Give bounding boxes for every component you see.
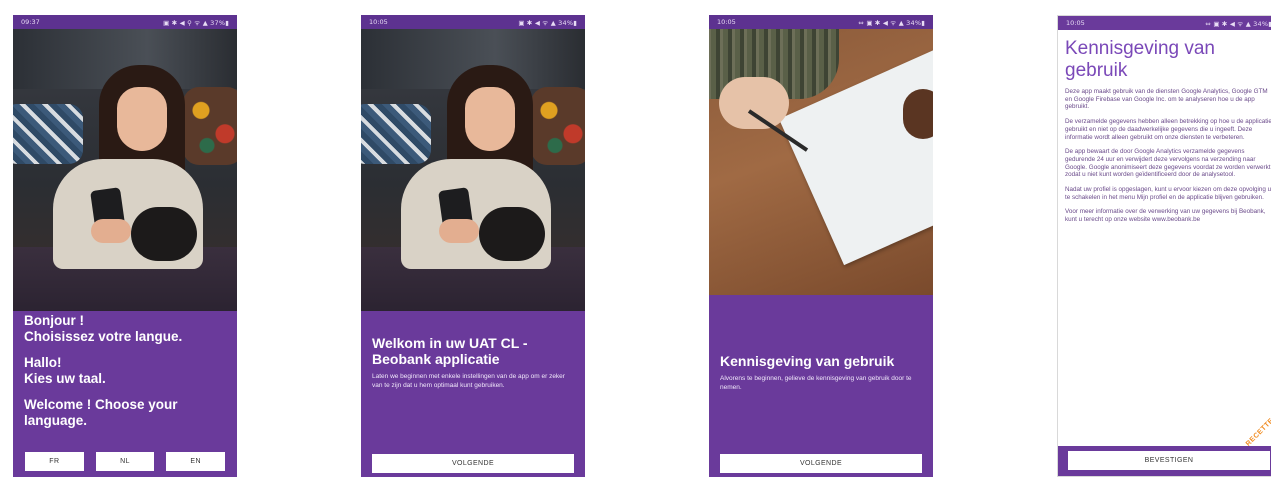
status-bar: 10:05 ⇔ ▣ ✱ ◀ ᯤ ▲ 34%▮ (1058, 16, 1271, 30)
notice-paragraph: Deze app maakt gebruik van de diensten G… (1065, 88, 1268, 111)
notice-paragraph: De app bewaart de door Google Analytics … (1065, 148, 1271, 179)
language-prompt-en: Welcome ! Choose your language. (24, 397, 178, 428)
next-button[interactable]: VOLGENDE (372, 454, 574, 473)
signing-photo (709, 29, 933, 295)
language-prompt-nl: Hallo! Kies uw taal. (24, 355, 106, 386)
notice-paragraph: Voor meer informatie over de verwerking … (1065, 208, 1266, 224)
notice-intro-title: Kennisgeving van gebruik (720, 353, 895, 369)
notice-paragraph: Nadat uw profiel is opgeslagen, kunt u e… (1065, 186, 1271, 201)
language-prompt: Bonjour ! Choisissez votre langue. Hallo… (24, 313, 182, 439)
notice-intro-body: Alvorens te beginnen, gelieve de kennisg… (720, 375, 912, 391)
notice-content[interactable]: Kennisgeving van gebruik Deze app maakt … (1065, 38, 1271, 231)
status-icons: ⇔ ▣ ✱ ◀ ᯤ ▲ 34%▮ (858, 18, 925, 27)
next-button[interactable]: VOLGENDE (720, 454, 922, 473)
hero-photo (361, 29, 585, 311)
status-time: 10:05 (1066, 19, 1085, 27)
status-bar: 09:37 ▣ ✱ ◀ ⚲ ᯤ ▲ 37%▮ (13, 15, 237, 29)
phone-screen-notice-intro: 10:05 ⇔ ▣ ✱ ◀ ᯤ ▲ 34%▮ Kennisgeving van … (709, 15, 933, 477)
phone-screen-welcome: 10:05 ▣ ✱ ◀ ᯤ ▲ 34%▮ Welkom in uw UAT CL… (361, 15, 585, 477)
status-icons: ▣ ✱ ◀ ᯤ ▲ 34%▮ (518, 18, 577, 27)
recette-badge: RECETTE (1244, 417, 1271, 448)
status-bar: 10:05 ⇔ ▣ ✱ ◀ ᯤ ▲ 34%▮ (709, 15, 933, 29)
phone-screen-language: 09:37 ▣ ✱ ◀ ⚲ ᯤ ▲ 37%▮ Bonjour ! Choisis… (13, 15, 237, 477)
status-time: 09:37 (21, 18, 40, 26)
language-buttons: FR NL EN (25, 452, 226, 471)
language-nl-button[interactable]: NL (95, 452, 155, 471)
confirm-button[interactable]: BEVESTIGEN (1068, 451, 1270, 470)
language-fr-button[interactable]: FR (25, 452, 84, 471)
notice-intro-text: Kennisgeving van gebruik Alvorens te beg… (720, 353, 922, 392)
language-en-button[interactable]: EN (166, 452, 226, 471)
status-time: 10:05 (717, 18, 736, 26)
welcome-title: Welkom in uw UAT CL - Beobank applicatie (372, 335, 528, 367)
status-time: 10:05 (369, 18, 388, 26)
status-icons: ▣ ✱ ◀ ⚲ ᯤ ▲ 37%▮ (163, 18, 229, 27)
status-icons: ⇔ ▣ ✱ ◀ ᯤ ▲ 34%▮ (1205, 19, 1271, 28)
notice-paragraph: De verzamelde gegevens hebben alleen bet… (1065, 118, 1271, 141)
language-prompt-fr: Bonjour ! Choisissez votre langue. (24, 313, 183, 344)
phone-screen-notice-detail: 10:05 ⇔ ▣ ✱ ◀ ᯤ ▲ 34%▮ Kennisgeving van … (1057, 15, 1271, 477)
notice-title: Kennisgeving van gebruik (1065, 38, 1215, 81)
welcome-text: Welkom in uw UAT CL - Beobank applicatie… (372, 335, 574, 390)
welcome-body: Laten we beginnen met enkele instellinge… (372, 373, 565, 389)
status-bar: 10:05 ▣ ✱ ◀ ᯤ ▲ 34%▮ (361, 15, 585, 29)
hero-photo (13, 29, 237, 311)
